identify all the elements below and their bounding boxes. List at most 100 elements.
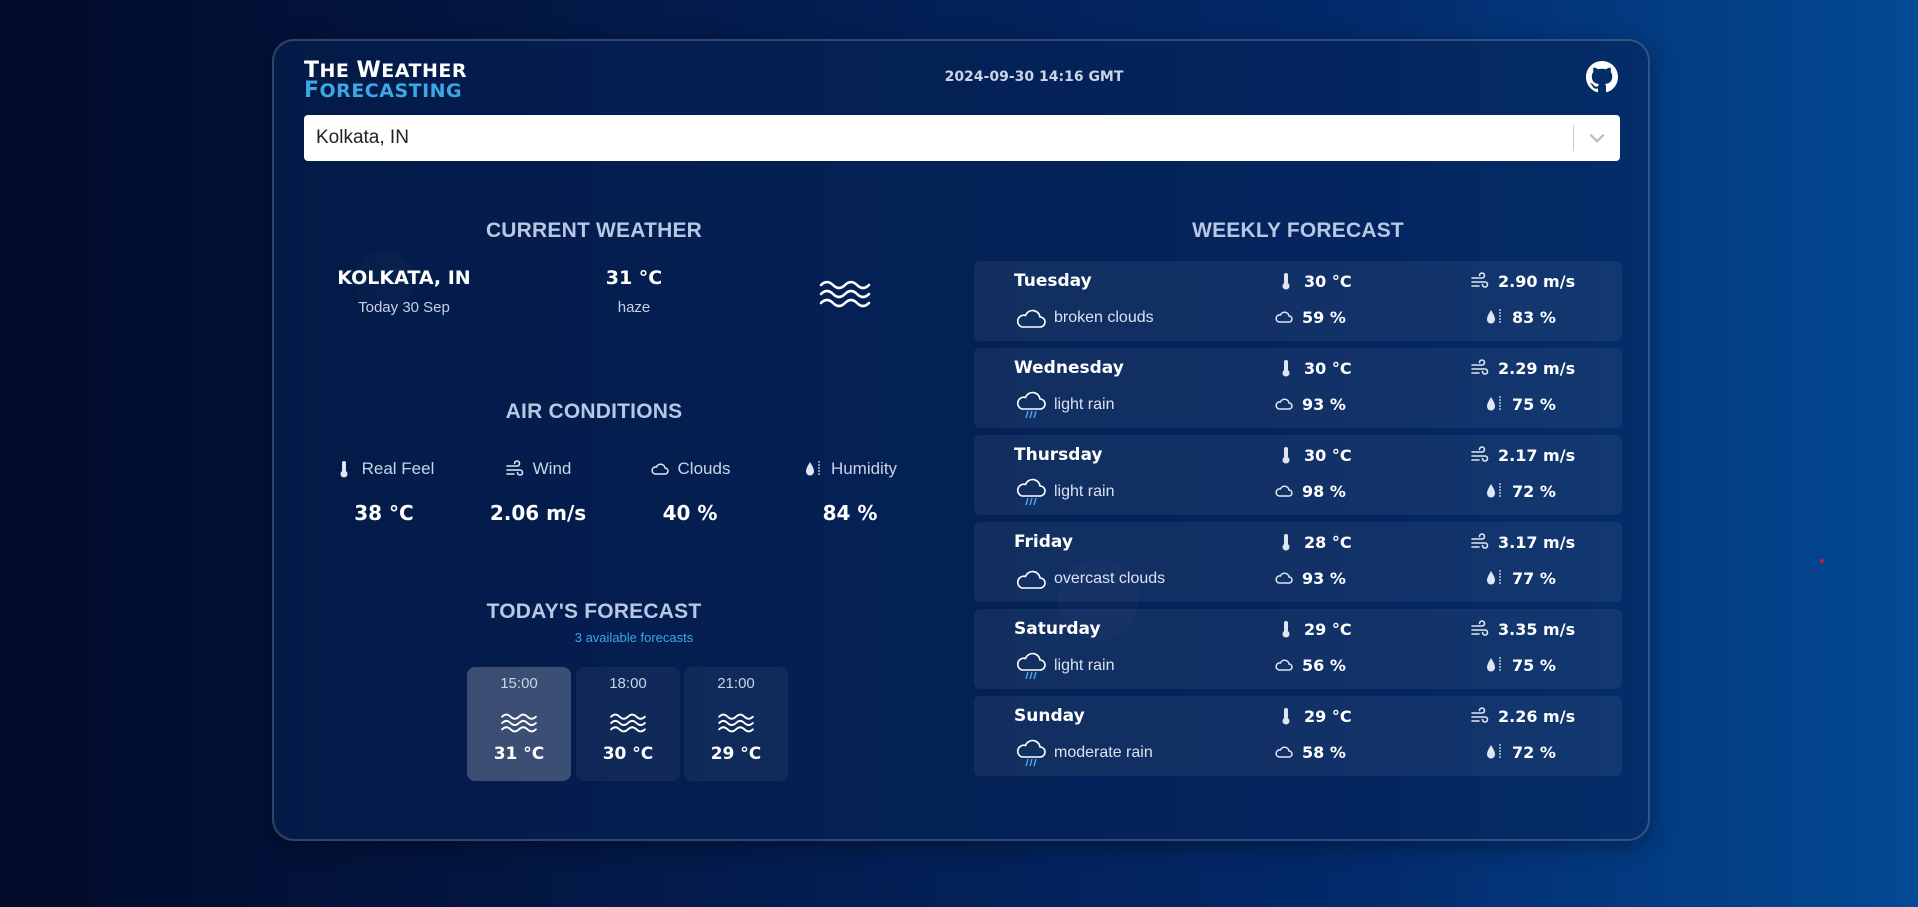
weekly-day: Tuesday [1014, 271, 1092, 291]
current-weather-title: CURRENT WEATHER [485, 219, 703, 242]
haze-icon [501, 713, 537, 733]
weekly-temperature: 30 °C [1276, 445, 1352, 465]
weather-card: THE WEATHER FORECASTING 2024-09-30 14:16… [272, 39, 1650, 841]
air-wind-label: Wind [532, 459, 572, 478]
weekly-description-row: light rain [1014, 477, 1114, 507]
air-clouds-label: Clouds [677, 459, 731, 478]
github-icon[interactable] [1586, 61, 1618, 93]
weekly-wind: 3.17 m/s [1470, 532, 1575, 552]
weekly-description-row: overcast clouds [1014, 564, 1165, 594]
wind-icon [505, 460, 523, 476]
current-city: KOLKATA, IN [337, 267, 471, 289]
humidity-icon [1487, 396, 1501, 411]
current-temperature: 31 °C [605, 267, 663, 289]
weekly-clouds-value: 58 % [1302, 742, 1346, 762]
air-wind-label-row: Wind [458, 459, 618, 479]
weekly-temperature: 29 °C [1276, 619, 1352, 639]
current-datetime: 2024-09-30 14:16 GMT [944, 69, 1124, 85]
weekly-humidity: 83 % [1484, 307, 1556, 327]
weekly-description: light rain [1054, 657, 1115, 674]
hourly-forecast-card[interactable]: 15:00 31 °C [467, 667, 571, 781]
logo-text: HE [319, 60, 357, 82]
thermometer-icon [340, 461, 348, 478]
weekly-forecast-row: Thursday light rain 30 °C 2.17 m/s 98 % 72 % [974, 435, 1622, 515]
weekly-humidity: 72 % [1484, 481, 1556, 501]
weekly-description-row: moderate rain [1014, 738, 1153, 768]
weekly-clouds: 93 % [1274, 394, 1346, 414]
weekly-forecast-row: Saturday light rain 29 °C 3.35 m/s 56 % 75 % [974, 609, 1622, 689]
wind-icon [1471, 446, 1489, 462]
weekly-clouds: 59 % [1274, 307, 1346, 327]
weekly-humidity: 75 % [1484, 394, 1556, 414]
air-clouds-value: 40 % [662, 501, 718, 525]
humidity-icon [1487, 570, 1501, 585]
weekly-clouds-value: 56 % [1302, 655, 1346, 675]
rain-icon [1016, 652, 1046, 680]
thermometer-icon [1282, 534, 1290, 551]
weekly-wind-value: 3.17 m/s [1498, 532, 1576, 552]
rain-icon [1016, 739, 1046, 767]
weekly-description-row: light rain [1014, 390, 1114, 420]
hourly-forecast-card[interactable]: 21:00 29 °C [684, 667, 788, 781]
weekly-description-row: broken clouds [1014, 303, 1154, 333]
weekly-temperature: 30 °C [1276, 358, 1352, 378]
weekly-day: Saturday [1014, 619, 1101, 639]
weekly-forecast-row: Friday overcast clouds 28 °C 3.17 m/s 93 % 77… [974, 522, 1622, 602]
weekly-temperature-value: 30 °C [1304, 271, 1352, 291]
weekly-humidity-value: 72 % [1512, 742, 1556, 762]
weekly-description: overcast clouds [1054, 570, 1166, 587]
weekly-humidity-value: 83 % [1512, 307, 1556, 327]
hourly-time: 18:00 [609, 675, 647, 692]
rain-icon [1016, 478, 1046, 506]
weekly-temperature-value: 28 °C [1304, 532, 1352, 552]
thermometer-icon [1282, 360, 1290, 377]
wind-icon [1471, 359, 1489, 375]
weekly-day: Sunday [1014, 706, 1085, 726]
weekly-forecast-row: Sunday moderate rain 29 °C 2.26 m/s 58 % 72 % [974, 696, 1622, 776]
weekly-humidity: 72 % [1484, 742, 1556, 762]
hourly-temp: 30 °C [602, 744, 654, 764]
todays-forecast-subtitle: 3 available forecasts [574, 630, 694, 645]
todays-forecast-title: TODAY'S FORECAST [486, 600, 702, 623]
chevron-down-icon[interactable] [1586, 127, 1608, 149]
weekly-temperature-value: 29 °C [1304, 619, 1352, 639]
weekly-clouds-value: 98 % [1302, 481, 1346, 501]
air-clouds-label-row: Clouds [610, 459, 770, 479]
thermometer-icon [1282, 708, 1290, 725]
weekly-forecast-title: WEEKLY FORECAST [1192, 219, 1404, 242]
weekly-wind-value: 2.29 m/s [1498, 358, 1576, 378]
cloud-icon [1275, 572, 1293, 584]
weekly-humidity-value: 72 % [1512, 481, 1556, 501]
red-dot [1820, 559, 1824, 563]
weekly-wind: 2.29 m/s [1470, 358, 1575, 378]
weekly-day: Thursday [1014, 445, 1103, 465]
weekly-wind-value: 2.90 m/s [1498, 271, 1576, 291]
logo-text: ORECASTING [319, 80, 463, 102]
hourly-forecast-card[interactable]: 18:00 30 °C [576, 667, 680, 781]
weekly-description-row: light rain [1014, 651, 1114, 681]
weekly-wind-value: 3.35 m/s [1498, 619, 1576, 639]
cloud-icon [1275, 398, 1293, 410]
weekly-humidity: 77 % [1484, 568, 1556, 588]
weekly-clouds-value: 93 % [1302, 568, 1346, 588]
cloud-icon [1016, 570, 1046, 589]
weekly-temperature-value: 30 °C [1304, 445, 1352, 465]
weekly-forecast-row: Tuesday broken clouds 30 °C 2.90 m/s 59 % 83 … [974, 261, 1622, 341]
weekly-humidity-value: 75 % [1512, 394, 1556, 414]
haze-icon [610, 713, 646, 733]
weekly-clouds-value: 93 % [1302, 394, 1346, 414]
weekly-temperature-value: 29 °C [1304, 706, 1352, 726]
thermometer-icon [1282, 447, 1290, 464]
city-search-select[interactable]: Kolkata, IN [304, 115, 1620, 161]
search-value: Kolkata, IN [316, 127, 409, 148]
air-real-feel-label: Real Feel [361, 459, 435, 478]
air-wind: Wind 2.06 m/s [458, 459, 618, 525]
humidity-icon [1487, 657, 1501, 672]
air-conditions-title: AIR CONDITIONS [505, 400, 683, 423]
weekly-temperature: 30 °C [1276, 271, 1352, 291]
rain-icon [1016, 391, 1046, 419]
air-real-feel-label-row: Real Feel [304, 459, 464, 479]
weekly-wind: 2.17 m/s [1470, 445, 1575, 465]
hourly-time: 15:00 [500, 675, 538, 692]
current-description: haze [617, 299, 651, 316]
